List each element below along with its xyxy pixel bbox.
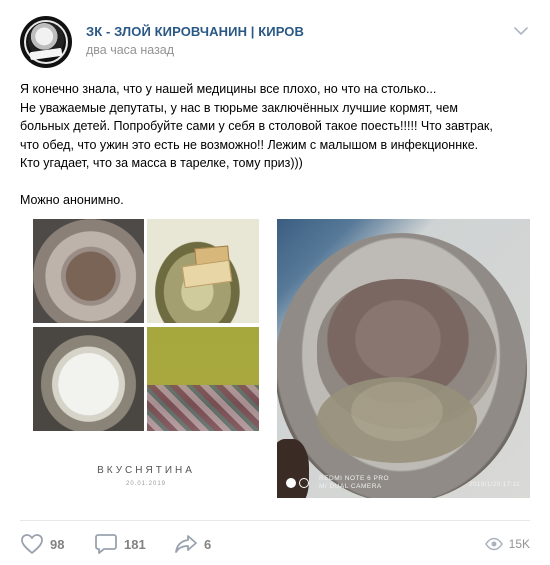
like-button[interactable]: 98 (20, 533, 64, 555)
collage-caption: ВКУСНЯТИНА (97, 465, 195, 476)
post-text-line: Не уважаемые депутаты, у нас в тюрьме за… (20, 100, 458, 115)
heart-icon (21, 534, 43, 554)
comment-icon (95, 534, 117, 554)
plate-liquid (317, 377, 477, 463)
bread-slice (181, 259, 233, 289)
camera-watermark: REDMI NOTE 6 PRO MI DUAL CAMERA (319, 475, 389, 491)
views-counter: 15K (484, 533, 530, 555)
share-count: 6 (204, 536, 212, 552)
post-text-line: Я конечно знала, что у нашей медицины вс… (20, 82, 437, 96)
post-text: Я конечно знала, что у нашей медицины вс… (20, 80, 532, 209)
blanket (147, 385, 259, 431)
camera-dot-icon (286, 478, 296, 488)
eye-icon (484, 537, 503, 551)
like-count: 98 (50, 536, 65, 552)
photo-collage[interactable] (33, 219, 259, 431)
post-text-line: больных детей. Попробуйте сами у себя в … (20, 119, 493, 133)
group-avatar[interactable] (20, 16, 72, 68)
comment-button[interactable]: 181 (94, 533, 146, 555)
watermark-line: MI DUAL CAMERA (319, 483, 382, 490)
footer-divider (20, 520, 530, 521)
collage-date: 20.01.2019 (125, 481, 167, 487)
hand (277, 439, 309, 498)
post-time[interactable]: два часа назад (86, 43, 174, 57)
post-card: ЗК - ЗЛОЙ КИРОВЧАНИН | КИРОВ два часа на… (0, 0, 550, 565)
post-text-line: Кто угадает, что за масса в тарелке, том… (20, 156, 303, 170)
post-header: ЗК - ЗЛОЙ КИРОВЧАНИН | КИРОВ два часа на… (20, 16, 532, 68)
collage-photo-porridge (33, 219, 144, 323)
post-text-line: что обед, что ужин это есть не возможно!… (20, 137, 479, 152)
post-text-line: Можно анонимно. (20, 192, 124, 207)
share-icon (175, 535, 197, 553)
group-name-link[interactable]: ЗК - ЗЛОЙ КИРОВЧАНИН | КИРОВ (86, 24, 304, 39)
comment-count: 181 (124, 536, 146, 552)
photo-plate[interactable]: REDMI NOTE 6 PRO MI DUAL CAMERA 2019/1/2… (277, 219, 530, 498)
camera-dot-icon (299, 478, 309, 488)
watermark-line: REDMI NOTE 6 PRO (319, 475, 390, 482)
views-count: 15K (508, 537, 530, 551)
photo-timestamp: 2019/1/20 17:11 (468, 481, 520, 488)
share-button[interactable]: 6 (174, 533, 211, 555)
collage-photo-milk (33, 327, 144, 431)
collage-photo-bed (147, 327, 259, 431)
collage-photo-bread (147, 219, 259, 323)
chevron-down-icon[interactable] (514, 26, 528, 36)
